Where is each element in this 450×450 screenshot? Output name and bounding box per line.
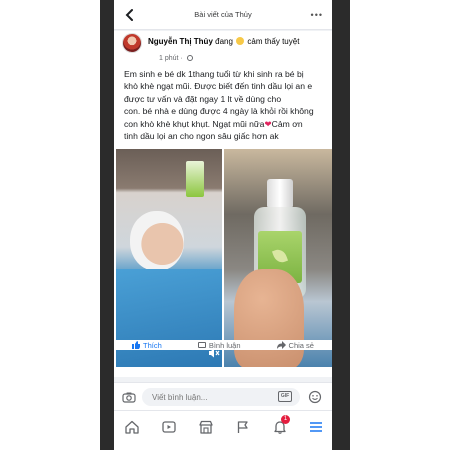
marketplace-icon[interactable]: [198, 419, 214, 435]
comment-bar: GIF: [114, 382, 332, 410]
feeling-text: cảm thấy tuyệt: [247, 37, 300, 46]
feeling-prefix: đang: [215, 37, 233, 46]
more-options-icon[interactable]: •••: [311, 11, 323, 20]
author-name[interactable]: Nguyễn Thị Thủy: [148, 37, 213, 46]
comment-icon: [197, 342, 206, 348]
post-card: Nguyễn Thị Thủy đang cảm thấy tuyệt 1 ph…: [114, 31, 332, 377]
like-button[interactable]: Thích: [132, 341, 162, 350]
photo-baby[interactable]: [116, 149, 222, 367]
left-margin: [0, 0, 100, 450]
post-timestamp[interactable]: 1 phút ·: [159, 55, 193, 62]
menu-icon[interactable]: [308, 419, 324, 435]
share-label: Chia sẻ: [288, 340, 314, 350]
post-time: 1 phút ·: [159, 55, 183, 62]
post-text-line: con. bé nhà e dùng được 4 ngày là khỏi r…: [124, 106, 314, 117]
right-margin: [350, 0, 450, 450]
notification-badge: 1: [281, 415, 290, 424]
post-text-line: được tư vấn và đặt ngay 1 lt về dùng cho: [124, 93, 282, 104]
thumbs-up-icon: [132, 341, 141, 349]
globe-icon: [186, 55, 193, 61]
avatar[interactable]: [122, 33, 142, 53]
share-icon: [276, 341, 286, 349]
notifications-button[interactable]: 1: [272, 415, 290, 435]
share-button[interactable]: Chia sẻ: [276, 340, 314, 350]
post-text: Em sinh e bé dk 1thang tuổi từ khi sinh …: [124, 68, 324, 142]
product-box-image: [186, 161, 204, 197]
post-text-line-suffix: Cảm ơn: [271, 118, 303, 129]
post-text-line-5: con khò khè khụt khụt. Ngạt mũi nữa❤Cảm …: [124, 118, 324, 130]
flag-icon[interactable]: [235, 419, 251, 435]
bottle-cap-image: [267, 179, 293, 207]
home-icon[interactable]: [124, 419, 140, 435]
post-text-line: khò khè ngạt mũi. Được biết đến tinh dầu…: [124, 81, 313, 92]
photo-bottle[interactable]: [224, 149, 332, 367]
top-bar: Bài viết của Thủy •••: [114, 0, 332, 30]
bottom-nav: 1: [114, 410, 332, 442]
bottom-strip: [114, 442, 332, 450]
emoji-icon[interactable]: [308, 390, 322, 404]
heart-emoji: ❤: [264, 118, 272, 129]
post-photos: [114, 149, 332, 367]
screen: Bài viết của Thủy ••• Nguyễn Thị Thủy đa…: [114, 0, 332, 450]
phone-frame: Bài viết của Thủy ••• Nguyễn Thị Thủy đa…: [100, 0, 350, 450]
post-author-line: Nguyễn Thị Thủy đang cảm thấy tuyệt: [148, 37, 299, 46]
gif-button[interactable]: GIF: [278, 391, 292, 402]
comment-input[interactable]: [142, 388, 300, 406]
post-text-line: Em sinh e bé dk 1thang tuổi từ khi sinh …: [124, 69, 304, 79]
baby-image: [130, 211, 184, 271]
video-icon[interactable]: [161, 419, 177, 435]
post-actions: Thích Bình luận Chia sẻ: [114, 340, 332, 350]
like-label: Thích: [143, 340, 162, 350]
comment-button[interactable]: Bình luận: [197, 340, 241, 350]
page-title: Bài viết của Thủy: [194, 10, 252, 19]
post-text-line: tinh dầu lọi an cho ngon sâu giấc hơn ak: [124, 131, 279, 142]
hand-image: [234, 269, 304, 367]
camera-icon[interactable]: [122, 390, 136, 404]
smile-emoji-icon: [236, 37, 245, 45]
post-text-line: con khò khè khụt khụt. Ngạt mũi nữa: [124, 118, 265, 129]
blanket-image: [116, 269, 222, 367]
comment-label: Bình luận: [208, 340, 241, 350]
leaf-logo-icon: [271, 247, 289, 265]
